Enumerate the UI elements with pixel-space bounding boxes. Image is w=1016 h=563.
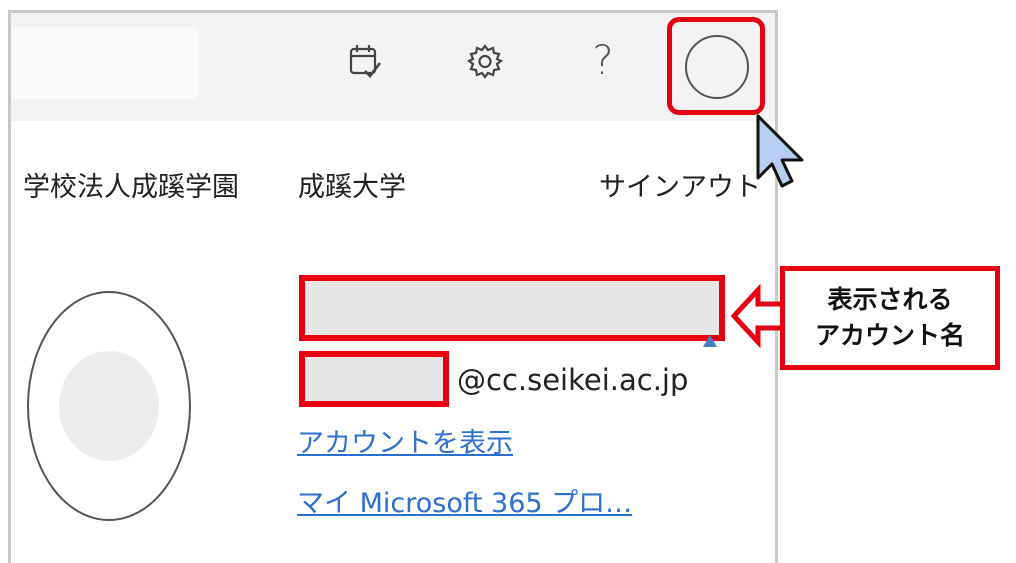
signout-link[interactable]: サインアウト	[599, 165, 761, 204]
gear-icon[interactable]	[461, 35, 509, 87]
mouse-pointer-icon	[756, 114, 804, 188]
search-box[interactable]	[11, 27, 199, 99]
annotation-callout: 表示される アカウント名	[780, 266, 1000, 370]
callout-line-2: アカウント名	[814, 321, 965, 350]
username-highlight	[299, 351, 449, 407]
top-toolbar: ?	[11, 13, 775, 121]
account-display-name-highlight	[299, 275, 725, 341]
account-menu-window: ? 学校法人成蹊学園 成蹊大学 サインアウト @cc.seikei.ac.jp …	[8, 10, 778, 563]
profile-avatar	[27, 291, 191, 521]
tooltip-triangle-icon	[703, 335, 717, 347]
my-profile-link[interactable]: マイ Microsoft 365 プロ…	[297, 481, 632, 520]
view-account-link[interactable]: アカウントを表示	[297, 421, 513, 460]
avatar-icon	[685, 35, 749, 99]
calendar-check-icon[interactable]	[341, 35, 389, 87]
organization-name: 学校法人成蹊学園	[23, 172, 239, 203]
email-domain: @cc.seikei.ac.jp	[457, 363, 689, 397]
account-avatar-button[interactable]	[667, 17, 765, 115]
help-icon[interactable]: ?	[579, 35, 627, 87]
callout-line-1: 表示される	[827, 285, 953, 314]
avatar-placeholder	[59, 351, 159, 461]
school-name: 成蹊大学	[298, 172, 406, 203]
